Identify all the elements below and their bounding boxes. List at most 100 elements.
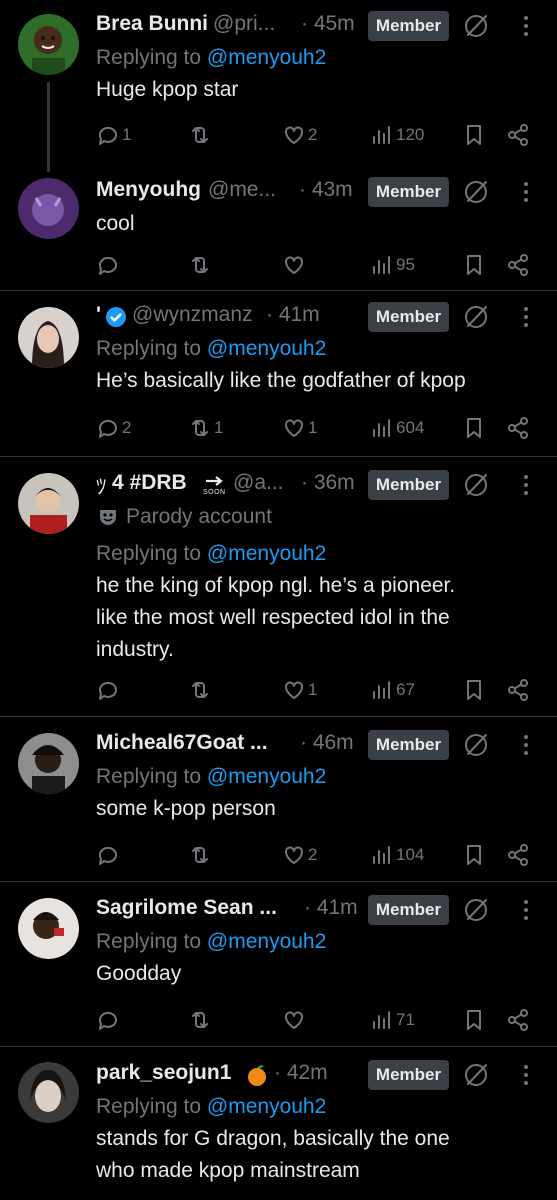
mention-link[interactable]: @menyouh2 — [207, 1095, 326, 1118]
reply-post-drb[interactable]: ﾂ 4 #DRB SOON @a... · 36m Member Parody … — [0, 456, 557, 716]
repost-button[interactable] — [188, 840, 214, 870]
more-icon[interactable] — [514, 303, 538, 331]
post-time[interactable]: · 43m — [299, 178, 353, 202]
bookmark-button[interactable] — [462, 413, 486, 443]
author-name[interactable]: Sagrilome Sean ... — [96, 896, 277, 920]
bookmark-button[interactable] — [462, 675, 486, 705]
reply-button[interactable] — [96, 840, 122, 870]
mention-link[interactable]: @menyouh2 — [207, 337, 326, 360]
more-icon[interactable] — [514, 178, 538, 206]
repost-button[interactable]: 1 — [188, 413, 223, 443]
reply-button[interactable]: 2 — [96, 413, 131, 443]
views-button[interactable]: 604 — [370, 413, 424, 443]
replying-to: Replying to @menyouh2 — [96, 930, 327, 953]
author-name[interactable]: Menyouhg — [96, 178, 201, 202]
author-handle[interactable]: @wynzmanz — [132, 303, 253, 327]
views-button[interactable]: 120 — [370, 120, 424, 150]
reply-button[interactable] — [96, 675, 122, 705]
mention-link[interactable]: @menyouh2 — [207, 930, 326, 953]
post-time[interactable]: · 42m — [274, 1061, 328, 1085]
post-time[interactable]: · 45m — [301, 12, 355, 36]
post-time[interactable]: · 41m — [304, 896, 358, 920]
share-button[interactable] — [506, 675, 530, 705]
reply-post-micheal67goat[interactable]: Micheal67Goat ... · 46m Member Replying … — [0, 716, 557, 881]
mention-link[interactable]: @menyouh2 — [207, 765, 326, 788]
bookmark-button[interactable] — [462, 120, 486, 150]
no-entry-icon[interactable] — [462, 12, 490, 40]
like-button[interactable]: 2 — [282, 840, 317, 870]
repost-button[interactable] — [188, 250, 214, 280]
reply-post-park-seojun1[interactable]: park_seojun1 · 42m Member Replying to @m… — [0, 1046, 557, 1200]
reply-button[interactable]: 1 — [96, 120, 131, 150]
reply-post-brea-bunni[interactable]: Brea Bunni @pri... · 45m Member Replying… — [0, 0, 557, 172]
parody-label: Parody account — [96, 501, 557, 533]
member-badge[interactable]: Member — [368, 1060, 449, 1090]
no-entry-icon[interactable] — [462, 471, 490, 499]
bookmark-button[interactable] — [462, 840, 486, 870]
share-button[interactable] — [506, 250, 530, 280]
member-badge[interactable]: Member — [368, 730, 449, 760]
like-button[interactable] — [282, 1005, 308, 1035]
post-time[interactable]: · 41m — [266, 303, 320, 327]
author-name[interactable]: ' — [96, 303, 101, 327]
author-name[interactable]: 4 #DRB — [112, 471, 187, 495]
mention-link[interactable]: @menyouh2 — [207, 542, 326, 565]
author-handle[interactable]: @me... — [208, 178, 276, 202]
more-icon[interactable] — [514, 471, 538, 499]
views-button[interactable]: 67 — [370, 675, 415, 705]
more-icon[interactable] — [514, 1061, 538, 1089]
views-icon — [373, 681, 390, 699]
like-button[interactable]: 2 — [282, 120, 317, 150]
bookmark-icon — [467, 418, 481, 438]
like-button[interactable]: 1 — [282, 413, 317, 443]
views-button[interactable]: 71 — [370, 1005, 415, 1035]
avatar[interactable] — [18, 473, 79, 534]
avatar[interactable] — [18, 178, 79, 239]
post-time[interactable]: · 36m — [301, 471, 355, 495]
reply-button[interactable] — [96, 250, 122, 280]
more-icon[interactable] — [514, 12, 538, 40]
views-button[interactable]: 104 — [370, 840, 424, 870]
like-button[interactable] — [282, 250, 308, 280]
reply-post-sagrilome-sean[interactable]: Sagrilome Sean ... · 41m Member Replying… — [0, 881, 557, 1046]
repost-button[interactable] — [188, 1005, 214, 1035]
member-badge[interactable]: Member — [368, 302, 449, 332]
member-badge[interactable]: Member — [368, 895, 449, 925]
member-badge[interactable]: Member — [368, 470, 449, 500]
share-button[interactable] — [506, 1005, 530, 1035]
share-button[interactable] — [506, 840, 530, 870]
reply-button[interactable] — [96, 1005, 122, 1035]
avatar[interactable] — [18, 307, 79, 368]
no-entry-icon[interactable] — [462, 731, 490, 759]
more-icon[interactable] — [514, 731, 538, 759]
no-entry-icon[interactable] — [462, 1061, 490, 1089]
views-count: 120 — [396, 125, 425, 144]
reply-post-wynzmanz[interactable]: ' @wynzmanz · 41m Member Replying to @me… — [0, 290, 557, 456]
member-badge[interactable]: Member — [368, 11, 449, 41]
repost-button[interactable] — [188, 675, 214, 705]
more-icon[interactable] — [514, 896, 538, 924]
avatar[interactable] — [18, 1062, 79, 1123]
author-name[interactable]: Micheal67Goat ... — [96, 731, 268, 755]
author-handle[interactable]: @a... — [233, 471, 284, 495]
avatar[interactable] — [18, 14, 79, 75]
no-entry-icon[interactable] — [462, 303, 490, 331]
bookmark-button[interactable] — [462, 1005, 486, 1035]
avatar[interactable] — [18, 733, 79, 794]
mention-link[interactable]: @menyouh2 — [207, 46, 326, 69]
author-name[interactable]: Brea Bunni — [96, 12, 208, 36]
share-button[interactable] — [506, 120, 530, 150]
share-button[interactable] — [506, 413, 530, 443]
post-time[interactable]: · 46m — [300, 731, 354, 755]
avatar[interactable] — [18, 898, 79, 959]
member-badge[interactable]: Member — [368, 177, 449, 207]
no-entry-icon[interactable] — [462, 896, 490, 924]
views-button[interactable]: 95 — [370, 250, 415, 280]
no-entry-icon[interactable] — [462, 178, 490, 206]
repost-button[interactable] — [188, 120, 214, 150]
bookmark-button[interactable] — [462, 250, 486, 280]
reply-post-menyouhg[interactable]: Menyouhg @me... · 43m Member cool 95 — [0, 172, 557, 290]
author-handle[interactable]: @pri... — [213, 12, 275, 36]
author-name[interactable]: park_seojun1 — [96, 1061, 231, 1085]
like-button[interactable]: 1 — [282, 675, 317, 705]
